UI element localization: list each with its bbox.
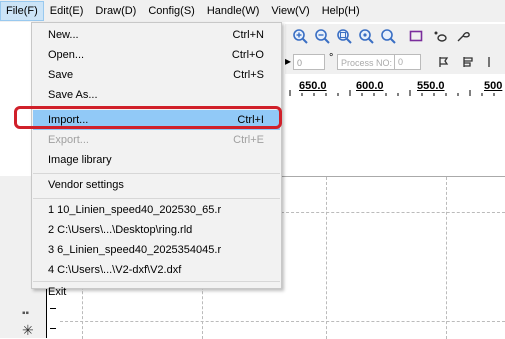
menu-separator	[33, 281, 280, 282]
tool-icon[interactable]	[483, 53, 501, 71]
grid-line	[60, 321, 505, 322]
grid-line	[326, 177, 327, 339]
arrow-icon: ▸	[285, 54, 292, 68]
menu-item-exit[interactable]: Exit	[33, 283, 280, 301]
menu-handle[interactable]: Handle(W)	[201, 1, 266, 21]
menu-item-image-library[interactable]: Image library	[33, 150, 280, 170]
menu-config[interactable]: Config(S)	[142, 1, 200, 21]
menu-draw[interactable]: Draw(D)	[89, 1, 142, 21]
menu-item-export[interactable]: Export... Ctrl+E	[33, 130, 280, 150]
property-toolbar: ▸ 0 ° Process NO: 0	[285, 50, 505, 74]
menu-item-open[interactable]: Open... Ctrl+O	[33, 45, 280, 65]
process-no-field[interactable]: Process NO: 0	[337, 54, 421, 70]
menu-separator	[33, 173, 280, 174]
annotation-highlight	[14, 106, 282, 129]
menu-item-save-as[interactable]: Save As...	[33, 85, 280, 105]
menu-item-recent-2[interactable]: 2 C:\Users\...\Desktop\ring.rld	[33, 220, 280, 240]
menu-edit[interactable]: Edit(E)	[44, 1, 90, 21]
zoom-toolbar	[285, 24, 505, 50]
zoom-window-icon[interactable]	[357, 27, 375, 45]
degree-label: °	[329, 52, 334, 64]
ruler-ticks	[289, 90, 495, 96]
canvas-upper	[285, 96, 505, 176]
ellipse-tool-icon[interactable]	[431, 27, 449, 45]
zoom-out-icon[interactable]	[313, 27, 331, 45]
zoom-previous-icon[interactable]	[379, 27, 397, 45]
menu-item-save[interactable]: Save Ctrl+S	[33, 65, 280, 85]
menu-item-recent-4[interactable]: 4 C:\Users\...\V2-dxf\V2.dxf	[33, 260, 280, 280]
menu-item-new[interactable]: New... Ctrl+N	[33, 25, 280, 45]
menu-bar: File(F) Edit(E) Draw(D) Config(S) Handle…	[0, 0, 505, 22]
menu-view[interactable]: View(V)	[265, 1, 315, 21]
horizontal-ruler: 650.0 600.0 550.0 500	[285, 74, 505, 97]
menu-help[interactable]: Help(H)	[316, 1, 366, 21]
angle-input[interactable]: 0	[293, 54, 325, 70]
menu-separator	[33, 198, 280, 199]
grid-line	[446, 177, 447, 339]
menu-file[interactable]: File(F)	[0, 1, 44, 21]
menu-item-recent-1[interactable]: 1 10_Linien_speed40_202530_65.r	[33, 200, 280, 220]
menu-item-vendor-settings[interactable]: Vendor settings	[33, 175, 280, 195]
zoom-fit-icon[interactable]	[335, 27, 353, 45]
node-tool-icon[interactable]: ▪▪	[22, 308, 34, 319]
rectangle-icon[interactable]	[407, 27, 425, 45]
pen-icon[interactable]	[455, 27, 473, 45]
asterisk-icon[interactable]: ✳	[22, 322, 34, 339]
file-menu: New... Ctrl+N Open... Ctrl+O Save Ctrl+S…	[31, 22, 282, 298]
zoom-in-icon[interactable]	[291, 27, 309, 45]
align-icon[interactable]	[435, 53, 453, 71]
distribute-icon[interactable]	[459, 53, 477, 71]
menu-item-recent-3[interactable]: 3 6_Linien_speed40_2025354045.r	[33, 240, 280, 260]
